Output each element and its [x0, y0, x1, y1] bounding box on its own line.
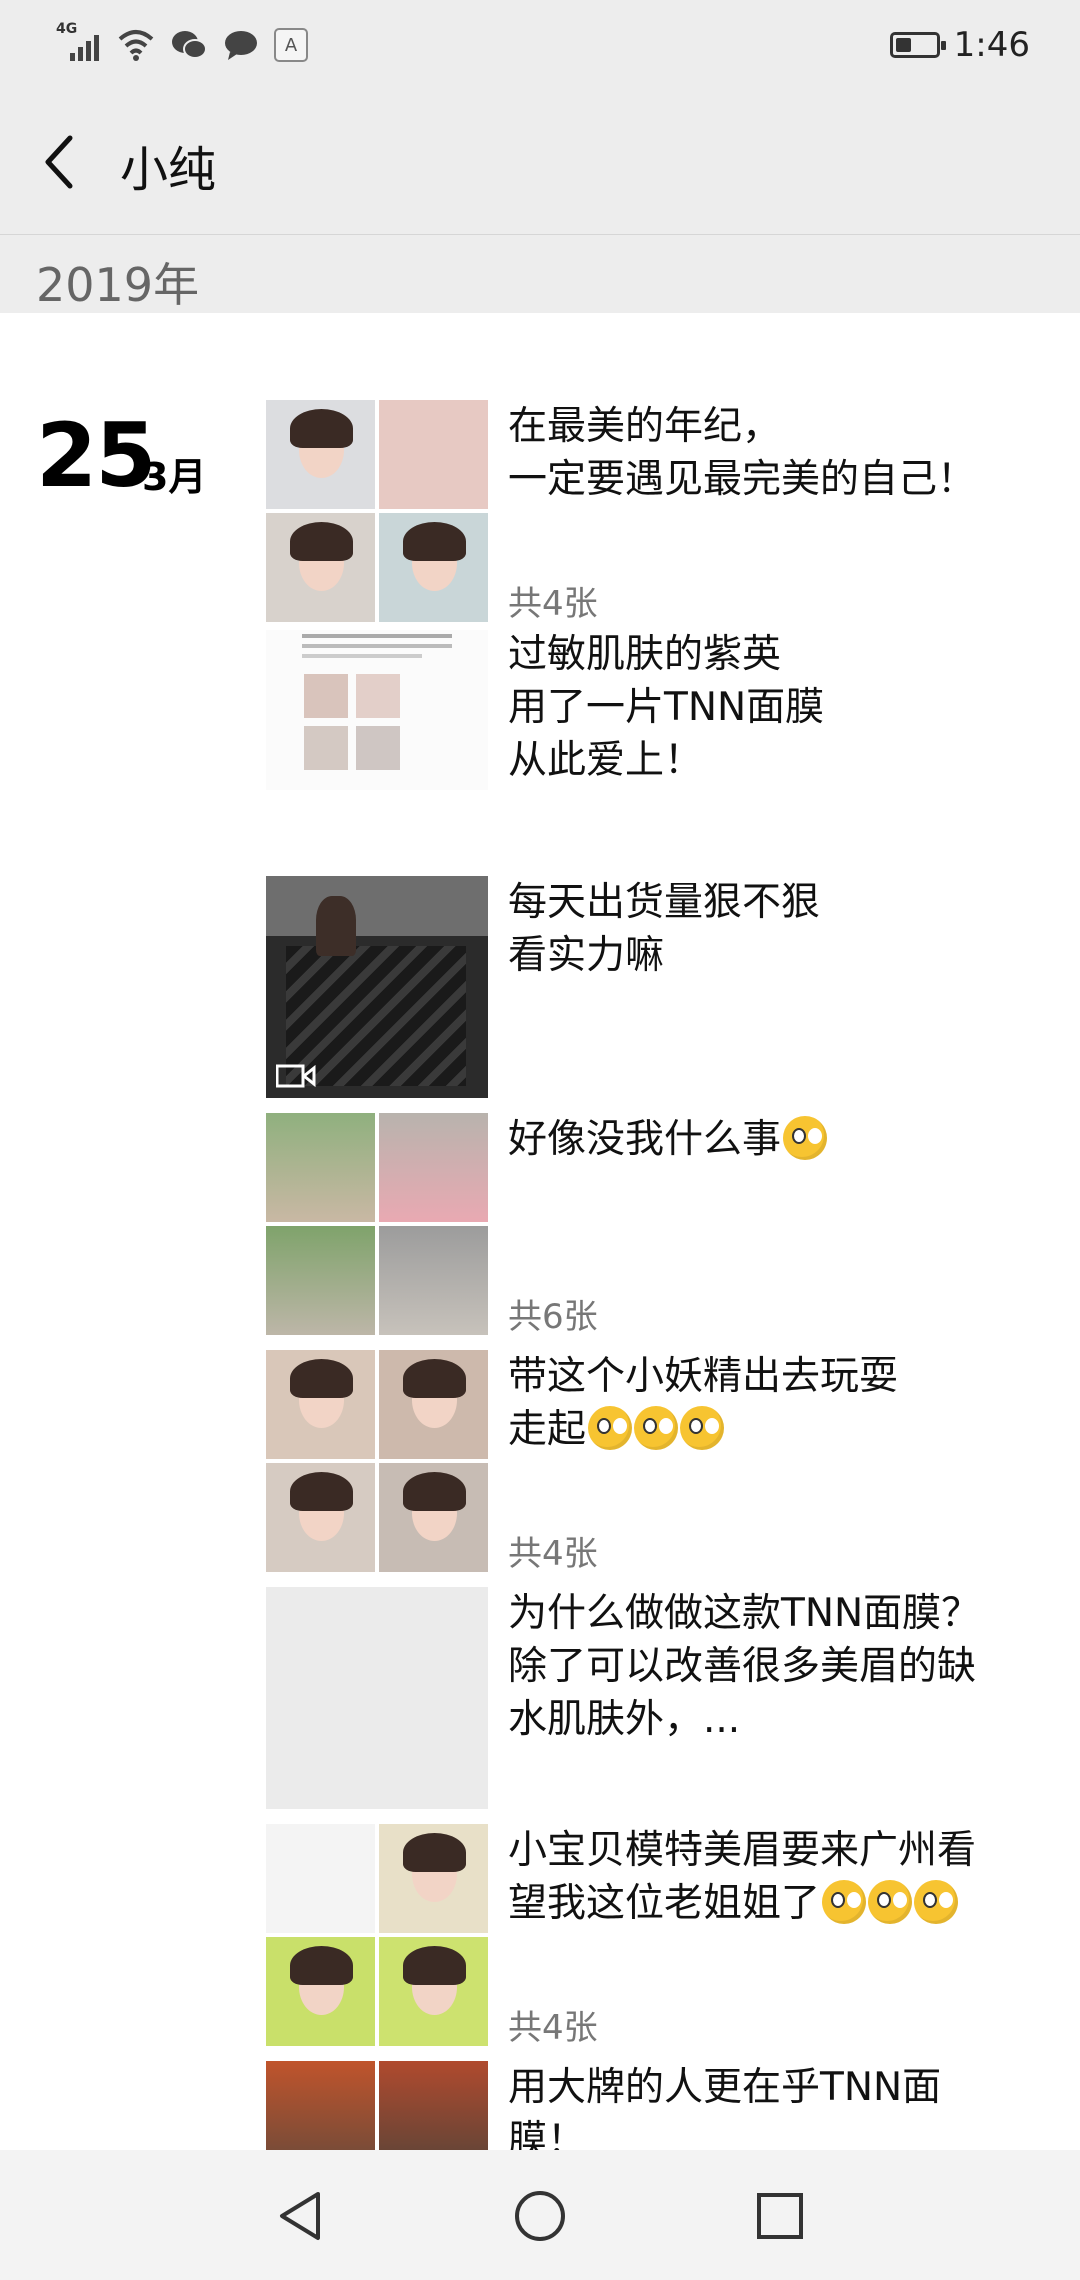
- post-thumbnail-grid[interactable]: [266, 1113, 488, 1335]
- status-right: 1:46: [889, 20, 1030, 70]
- battery-icon: [889, 32, 946, 58]
- post-text: 过敏肌肤的紫英 用了一片TNN面膜 从此爱上！: [508, 632, 825, 783]
- square-recents-icon[interactable]: [750, 2186, 810, 2246]
- photo-count: 共4张: [508, 1534, 598, 1574]
- triangle-back-icon[interactable]: [270, 2186, 330, 2246]
- year-label: 2019年: [36, 258, 200, 312]
- post-text: 好像没我什么事: [508, 1113, 1068, 1166]
- post-text: 小宝贝模特美眉要来广州看 望我这位老姐姐了: [508, 1828, 977, 1926]
- crying-laughing-emoji-icon: [783, 1116, 828, 1160]
- post-thumbnail[interactable]: [266, 1587, 488, 1809]
- system-navigation-bar: [0, 2150, 1080, 2280]
- post-text: 每天出货量狠不狠 看实力嘛: [508, 880, 821, 978]
- network-type-label: 4G: [56, 21, 78, 37]
- photo-count: 共6张: [508, 1297, 598, 1337]
- post-text: 为什么做做这款TNN面膜？ 除了可以改善很多美眉的缺 水肌肤外，...: [508, 1591, 981, 1742]
- moment-post[interactable]: 带这个小妖精出去玩耍 走起 共4张: [266, 1350, 1056, 1574]
- input-method-icon: A: [274, 28, 308, 62]
- moment-post[interactable]: 用大牌的人更在乎TNN面 膜！: [266, 2061, 1056, 2150]
- wechat-icon: [172, 31, 207, 59]
- moment-post[interactable]: 过敏肌肤的紫英 用了一片TNN面膜 从此爱上！: [266, 630, 1056, 790]
- cellular-signal-icon: 4G: [56, 21, 102, 65]
- post-thumbnail-grid[interactable]: [266, 1350, 488, 1572]
- shy-emoji-icon: [680, 1406, 725, 1450]
- year-section-header: 2019年: [0, 235, 1080, 313]
- moment-post[interactable]: 每天出货量狠不狠 看实力嘛: [266, 876, 1056, 1098]
- shy-emoji-icon: [634, 1406, 679, 1450]
- post-text: 带这个小妖精出去玩耍 走起: [508, 1354, 899, 1452]
- video-icon: [276, 1064, 316, 1088]
- photo-count: 共4张: [508, 584, 598, 624]
- page-title: 小纯: [120, 142, 217, 198]
- post-text: 在最美的年纪， 一定要遇见最完美的自己！: [508, 404, 977, 502]
- shy-emoji-icon: [588, 1406, 633, 1450]
- message-icon: [225, 31, 257, 60]
- date-month: 3月: [142, 455, 207, 499]
- shy-emoji-icon: [868, 1880, 913, 1924]
- chevron-left-icon[interactable]: [40, 132, 80, 192]
- circle-home-icon[interactable]: [510, 2186, 570, 2246]
- shy-emoji-icon: [822, 1880, 867, 1924]
- clock: 1:46: [953, 25, 1030, 65]
- shy-emoji-icon: [914, 1880, 959, 1924]
- date-day: 25: [36, 404, 156, 507]
- wifi-icon: [118, 30, 154, 61]
- post-thumbnail-grid[interactable]: [266, 400, 488, 622]
- photo-count: 共4张: [508, 2008, 598, 2048]
- post-thumbnail-grid[interactable]: [266, 1824, 488, 2046]
- post-text: 用大牌的人更在乎TNN面 膜！: [508, 2065, 942, 2150]
- moment-post[interactable]: 在最美的年纪， 一定要遇见最完美的自己！ 共4张: [266, 400, 1056, 625]
- video-thumbnail[interactable]: [266, 876, 488, 1098]
- post-thumbnail-grid[interactable]: [266, 2061, 488, 2150]
- post-thumbnail[interactable]: [266, 630, 488, 790]
- moment-post[interactable]: 好像没我什么事 共6张: [266, 1113, 1056, 1337]
- status-left: 4G A: [56, 20, 308, 70]
- moment-post[interactable]: 为什么做做这款TNN面膜？ 除了可以改善很多美眉的缺 水肌肤外，...: [266, 1587, 1056, 1809]
- moment-post[interactable]: 小宝贝模特美眉要来广州看 望我这位老姐姐了 共4张: [266, 1824, 1056, 2048]
- status-bar: 4G A 1:46: [0, 0, 1080, 90]
- header-bar: 小纯: [0, 90, 1080, 235]
